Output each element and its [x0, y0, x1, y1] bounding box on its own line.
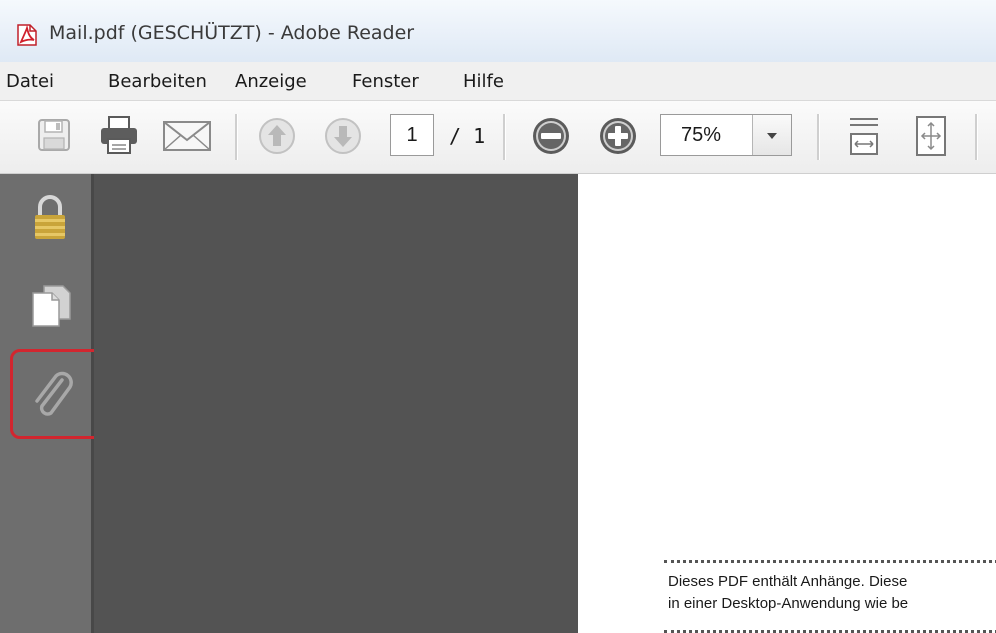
next-page-icon[interactable] — [323, 116, 363, 156]
page-total-label: / 1 — [449, 124, 486, 148]
menu-anzeige[interactable]: Anzeige — [235, 71, 307, 92]
print-icon[interactable] — [98, 114, 140, 156]
menu-bearbeiten[interactable]: Bearbeiten — [108, 71, 207, 92]
page-number-input[interactable] — [390, 114, 434, 156]
fit-width-icon[interactable] — [846, 116, 882, 158]
title-bar: Mail.pdf (GESCHÜTZT) - Adobe Reader — [0, 0, 996, 62]
notice-line-2: in einer Desktop-Anwendung wie be — [668, 595, 909, 612]
pages-icon[interactable] — [30, 283, 72, 329]
chevron-down-icon — [767, 133, 777, 139]
email-icon[interactable] — [162, 120, 212, 152]
document-page: Dieses PDF enthält Anhänge. Diese in ein… — [578, 174, 996, 633]
previous-page-icon[interactable] — [257, 116, 297, 156]
pdf-icon — [17, 24, 37, 46]
menu-bar: Datei Bearbeiten Anzeige Fenster Hilfe — [0, 62, 996, 101]
window-title: Mail.pdf (GESCHÜTZT) - Adobe Reader — [49, 22, 415, 44]
attachment-notice: Dieses PDF enthält Anhänge. Diese in ein… — [664, 560, 996, 633]
toolbar-separator — [817, 114, 820, 160]
menu-fenster[interactable]: Fenster — [352, 71, 419, 92]
save-icon[interactable] — [36, 117, 72, 153]
zoom-value: 75% — [681, 124, 722, 146]
document-canvas — [94, 174, 578, 633]
toolbar-separator — [235, 114, 238, 160]
zoom-in-icon[interactable] — [598, 116, 638, 156]
toolbar-separator — [503, 114, 506, 160]
menu-hilfe[interactable]: Hilfe — [463, 71, 504, 92]
zoom-dropdown-button[interactable] — [752, 115, 791, 155]
fit-page-icon[interactable] — [913, 114, 949, 158]
zoom-out-icon[interactable] — [531, 116, 571, 156]
toolbar-separator — [975, 114, 978, 160]
lock-icon[interactable] — [32, 194, 68, 242]
notice-line-1: Dieses PDF enthält Anhänge. Diese — [668, 573, 908, 590]
zoom-select[interactable]: 75% — [660, 114, 792, 156]
menu-datei[interactable]: Datei — [6, 71, 54, 92]
